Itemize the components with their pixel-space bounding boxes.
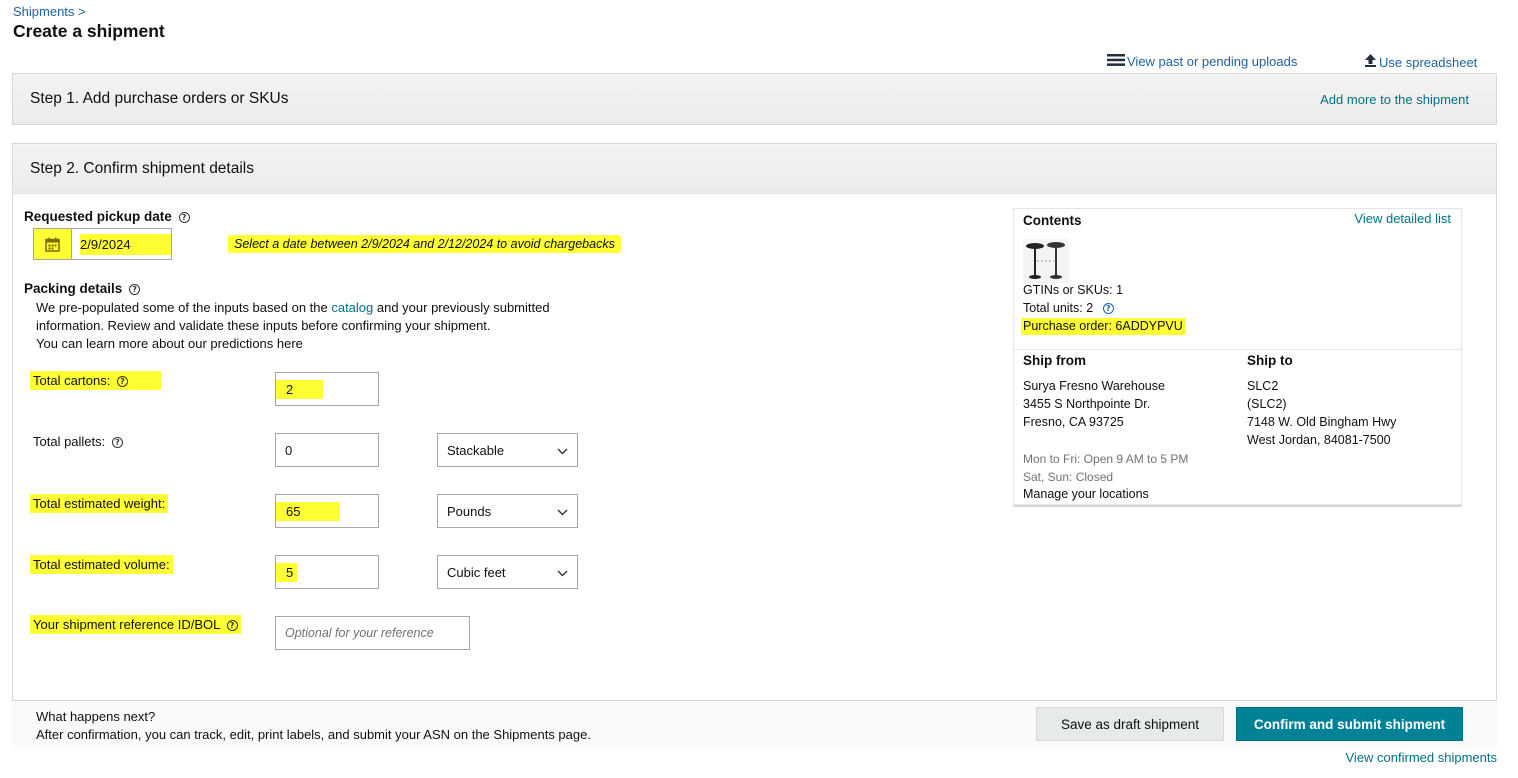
total-cartons-input[interactable]: 2 bbox=[275, 372, 379, 406]
packing-description-line1: We pre-populated some of the inputs base… bbox=[36, 299, 550, 317]
packing-desc-pre: We pre-populated some of the inputs base… bbox=[36, 300, 332, 315]
step1-panel: Step 1. Add purchase orders or SKUs Add … bbox=[12, 73, 1497, 125]
help-icon[interactable]: ? bbox=[1102, 303, 1114, 315]
total-weight-value: 65 bbox=[276, 501, 341, 521]
volume-unit-value: Cubic feet bbox=[447, 564, 506, 580]
purchase-order: Purchase order: 6ADDYPVU bbox=[1021, 318, 1186, 335]
step2-title: Step 2. Confirm shipment details bbox=[30, 159, 254, 177]
help-icon[interactable]: ? bbox=[111, 437, 123, 449]
help-icon[interactable]: ? bbox=[178, 211, 190, 223]
pickup-date-label-text: Requested pickup date bbox=[24, 209, 172, 224]
pallet-type-select[interactable]: Stackable bbox=[437, 433, 578, 467]
volume-unit-select[interactable]: Cubic feet bbox=[437, 555, 578, 589]
weight-unit-select[interactable]: Pounds bbox=[437, 494, 578, 528]
ship-to-line-4: West Jordan, 84081-7500 bbox=[1247, 433, 1391, 447]
product-thumbnail[interactable] bbox=[1023, 239, 1069, 288]
add-more-link[interactable]: Add more to the shipment bbox=[1320, 92, 1479, 107]
chevron-down-icon bbox=[557, 443, 568, 458]
ship-to-line-1: SLC2 bbox=[1247, 379, 1279, 393]
list-icon bbox=[1107, 54, 1125, 69]
what-next-text: After confirmation, you can track, edit,… bbox=[36, 727, 591, 742]
contents-panel: Contents View detailed list GTINs or SKU… bbox=[1013, 208, 1462, 505]
step1-title: Step 1. Add purchase orders or SKUs bbox=[30, 90, 289, 107]
total-cartons-label: Total cartons: ? bbox=[30, 371, 161, 390]
weight-unit-value: Pounds bbox=[447, 503, 492, 519]
total-pallets-label: Total pallets: ? bbox=[33, 434, 123, 449]
use-spreadsheet-link[interactable]: Use spreadsheet bbox=[1364, 54, 1477, 70]
pickup-date-label: Requested pickup date ? bbox=[24, 209, 190, 224]
use-spreadsheet-label: Use spreadsheet bbox=[1379, 54, 1478, 70]
total-cartons-label-text: Total cartons: bbox=[33, 373, 111, 388]
view-uploads-link[interactable]: View past or pending uploads bbox=[1107, 54, 1297, 69]
page-title: Create a shipment bbox=[13, 21, 165, 41]
chevron-down-icon bbox=[557, 504, 568, 519]
total-pallets-label-text: Total pallets: bbox=[33, 434, 106, 449]
total-weight-input[interactable]: 65 bbox=[275, 494, 379, 528]
upload-icon bbox=[1364, 54, 1377, 70]
total-volume-label: Total estimated volume: bbox=[30, 555, 173, 574]
total-pallets-input[interactable]: 0 bbox=[275, 433, 379, 467]
help-icon[interactable]: ? bbox=[226, 620, 238, 632]
total-pallets-value: 0 bbox=[285, 442, 293, 458]
view-confirmed-link[interactable]: View confirmed shipments bbox=[1346, 750, 1498, 765]
pickup-date-hint: Select a date between 2/9/2024 and 2/12/… bbox=[228, 235, 621, 253]
contents-title: Contents bbox=[1023, 213, 1082, 228]
reference-id-input[interactable]: Optional for your reference bbox=[275, 616, 470, 650]
pickup-date-value: 2/9/2024 bbox=[80, 233, 171, 255]
view-uploads-label: View past or pending uploads bbox=[1127, 54, 1298, 69]
ship-to-line-2: (SLC2) bbox=[1247, 397, 1287, 411]
reference-id-label: Your shipment reference ID/BOL ? bbox=[30, 615, 241, 634]
breadcrumb[interactable]: Shipments > bbox=[13, 4, 86, 19]
pallet-type-value: Stackable bbox=[447, 442, 505, 458]
save-draft-button[interactable]: Save as draft shipment bbox=[1036, 707, 1224, 741]
ship-from-line-3: Fresno, CA 93725 bbox=[1023, 415, 1124, 429]
contents-divider bbox=[1014, 349, 1461, 350]
total-units: Total units: 2 ? bbox=[1023, 301, 1114, 315]
catalog-link[interactable]: catalog bbox=[331, 300, 373, 315]
total-weight-label: Total estimated weight: bbox=[30, 494, 169, 513]
reference-id-label-text: Your shipment reference ID/BOL bbox=[33, 617, 220, 632]
help-icon[interactable]: ? bbox=[129, 283, 141, 295]
ship-to-line-3: 7148 W. Old Bingham Hwy bbox=[1247, 415, 1397, 429]
help-icon[interactable]: ? bbox=[116, 376, 128, 388]
confirm-submit-button[interactable]: Confirm and submit shipment bbox=[1236, 707, 1463, 741]
total-volume-value: 5 bbox=[276, 562, 298, 582]
hours-weekend: Sat, Sun: Closed bbox=[1023, 470, 1114, 484]
contents-bottom-border bbox=[1013, 505, 1462, 507]
ship-to-label: Ship to bbox=[1247, 353, 1293, 368]
packing-details-label: Packing details ? bbox=[24, 281, 141, 296]
packing-description-line2: information. Review and validate these i… bbox=[36, 318, 491, 333]
gtins-count: GTINs or SKUs: 1 bbox=[1023, 283, 1124, 297]
total-cartons-value: 2 bbox=[276, 379, 324, 399]
ship-from-line-2: 3455 S Northpointe Dr. bbox=[1023, 397, 1151, 411]
packing-details-label-text: Packing details bbox=[24, 281, 123, 296]
ship-from-line-1: Surya Fresno Warehouse bbox=[1023, 379, 1165, 393]
view-detailed-list-link[interactable]: View detailed list bbox=[1354, 211, 1451, 226]
total-units-text: Total units: 2 bbox=[1023, 301, 1094, 315]
total-volume-input[interactable]: 5 bbox=[275, 555, 379, 589]
packing-desc-post: and your previously submitted bbox=[373, 300, 550, 315]
calendar-icon[interactable] bbox=[34, 229, 72, 259]
pickup-date-input[interactable]: 2/9/2024 bbox=[33, 228, 172, 260]
reference-id-placeholder: Optional for your reference bbox=[285, 626, 434, 640]
ship-from-label: Ship from bbox=[1023, 353, 1086, 368]
learn-more-link[interactable]: You can learn more about our predictions… bbox=[36, 335, 303, 353]
chevron-down-icon bbox=[557, 565, 568, 580]
hours-weekdays: Mon to Fri: Open 9 AM to 5 PM bbox=[1023, 452, 1189, 466]
manage-locations-link[interactable]: Manage your locations bbox=[1023, 487, 1149, 501]
what-next-heading: What happens next? bbox=[36, 709, 156, 724]
